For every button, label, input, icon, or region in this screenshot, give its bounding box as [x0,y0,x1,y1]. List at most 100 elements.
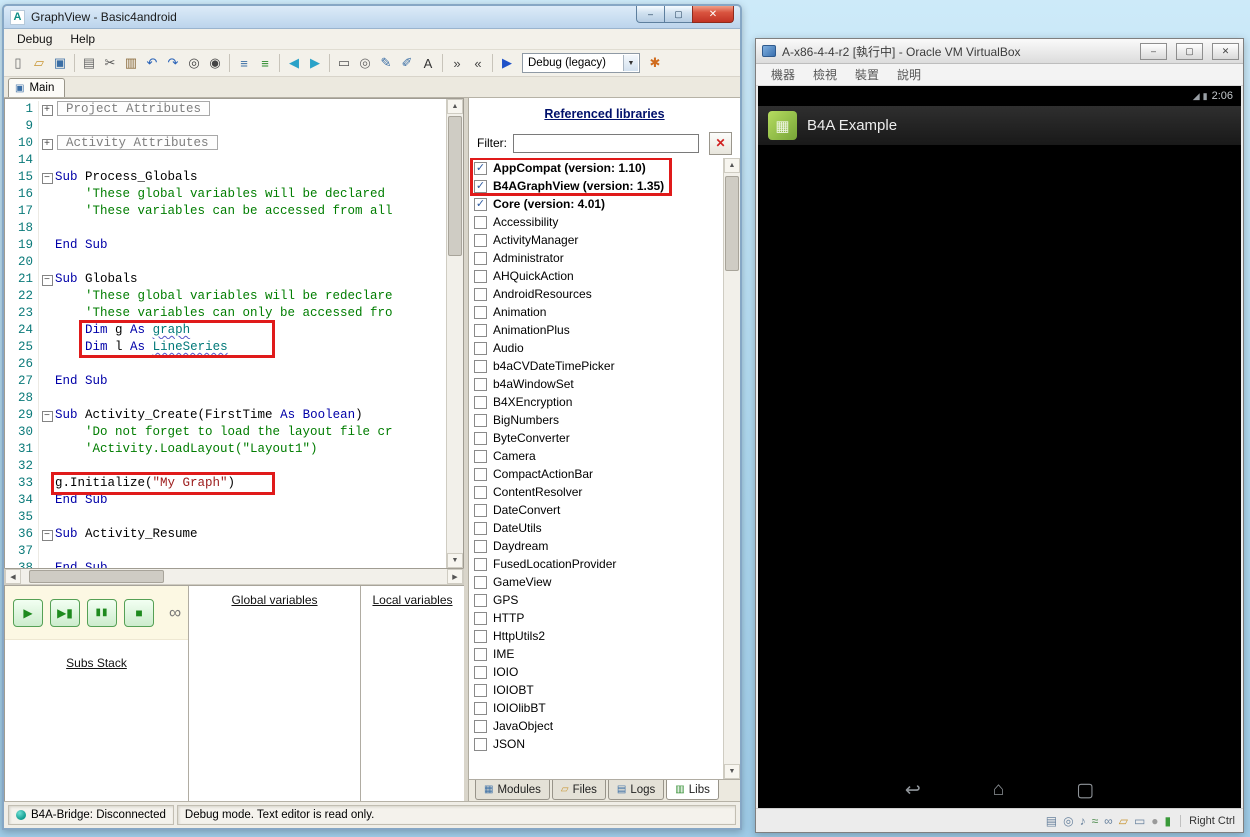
find-icon[interactable]: ◎ [184,53,204,73]
library-item[interactable]: HttpUtils2 [469,627,723,645]
copy-icon[interactable]: ▤ [79,53,99,73]
code-line[interactable]: 32 [5,458,446,475]
collapse-region-icon[interactable]: − [41,530,53,541]
library-item[interactable]: Audio [469,339,723,357]
sort-members-icon[interactable]: ≡ [255,53,275,73]
checkbox-icon[interactable] [474,629,487,643]
libraries-scrollbar[interactable]: ▲ ▼ [723,158,740,779]
scroll-up-icon[interactable]: ▲ [724,158,740,173]
save-icon[interactable]: ▣ [50,53,70,73]
tab-libs[interactable]: ▥ Libs [666,780,719,800]
minimize-button[interactable]: – [636,6,665,23]
checkbox-icon[interactable] [474,341,487,355]
close-button[interactable]: ✕ [692,6,734,23]
home-icon[interactable]: ⌂ [993,779,1004,801]
code-line[interactable]: 10 + Activity Attributes [5,135,446,152]
checkbox-icon[interactable] [474,449,487,463]
code-line[interactable]: 33 g.Initialize("My Graph") [5,475,446,492]
tab-modules[interactable]: ▦ Modules [475,780,550,800]
library-item[interactable]: IME [469,645,723,663]
checkbox-icon[interactable] [474,485,487,499]
editor-vertical-scrollbar[interactable]: ▲ ▼ [446,99,463,568]
outdent-icon[interactable]: « [468,53,488,73]
library-item[interactable]: Accessibility [469,213,723,231]
audio-icon[interactable]: ♪ [1080,814,1086,828]
maximize-button[interactable]: ▢ [1176,42,1203,60]
mouse-integration-icon[interactable]: ▮ [1165,814,1172,828]
menu-debug[interactable]: Debug [8,30,61,48]
library-item[interactable]: AndroidResources [469,285,723,303]
recents-icon[interactable]: ▢ [1076,779,1094,802]
checkbox-icon[interactable] [474,557,487,571]
code-line[interactable]: 38 End Sub [5,560,446,568]
checkbox-icon[interactable] [474,701,487,715]
scrollbar-thumb[interactable] [29,570,164,583]
checkbox-icon[interactable] [474,467,487,481]
pause-button[interactable]: ▮▮ [87,598,117,627]
menu-machine[interactable]: 機器 [762,64,804,85]
checkbox-icon[interactable] [474,719,487,733]
tab-files[interactable]: ▱ Files [551,780,606,800]
code-line[interactable]: 19 End Sub [5,237,446,254]
close-button[interactable]: ✕ [1212,42,1239,60]
checkbox-icon[interactable] [474,269,487,283]
minimize-button[interactable]: – [1140,42,1167,60]
chevron-down-icon[interactable]: ▼ [623,55,638,71]
optical-disk-icon[interactable]: ◎ [1063,814,1073,828]
open-folder-icon[interactable]: ▱ [29,53,49,73]
checkbox-icon[interactable] [474,521,487,535]
network-icon[interactable]: ≈ [1092,814,1099,828]
code-line[interactable]: 1 + Project Attributes [5,101,446,118]
tab-main[interactable]: ▣ Main [8,78,66,97]
checkbox-icon[interactable] [474,611,487,625]
shared-folder-icon[interactable]: ▱ [1119,814,1128,828]
global-variables-header[interactable]: Global variables [189,593,360,607]
checkbox-icon[interactable] [474,323,487,337]
code-line[interactable]: 20 [5,254,446,271]
new-file-icon[interactable]: ▯ [8,53,28,73]
code-line[interactable]: 15− Sub Process_Globals [5,169,446,186]
checkbox-icon[interactable] [474,413,487,427]
code-line[interactable]: 16 'These global variables will be decla… [5,186,446,203]
library-item[interactable]: ByteConverter [469,429,723,447]
library-item[interactable]: IOIO [469,663,723,681]
code-line[interactable]: 37 [5,543,446,560]
menu-view[interactable]: 檢視 [804,64,846,85]
scroll-up-icon[interactable]: ▲ [447,99,463,114]
code-line[interactable]: 35 [5,509,446,526]
checkbox-icon[interactable] [474,251,487,265]
code-line[interactable]: 17 'These variables can be accessed from… [5,203,446,220]
code-line[interactable]: 28 [5,390,446,407]
build-configuration-combo[interactable]: Debug (legacy) ▼ [522,53,640,73]
redo-icon[interactable]: ↷ [163,53,183,73]
library-item[interactable]: ContentResolver [469,483,723,501]
checkbox-icon[interactable]: ✓ [474,161,487,175]
paste-icon[interactable]: ▥ [121,53,141,73]
checkbox-icon[interactable] [474,593,487,607]
scrollbar-thumb[interactable] [725,176,739,271]
collapse-region-icon[interactable]: − [41,411,53,422]
stop-button[interactable]: ■ [124,598,154,627]
collapsed-region-label[interactable]: Activity Attributes [57,135,218,150]
collapse-region-icon[interactable]: − [41,275,53,286]
editor-horizontal-scrollbar[interactable]: ◀ ▶ [4,568,464,585]
library-item[interactable]: IOIOlibBT [469,699,723,717]
code-line[interactable]: 26 [5,356,446,373]
checkbox-icon[interactable] [474,665,487,679]
checkbox-icon[interactable] [474,377,487,391]
tab-logs[interactable]: ▤ Logs [607,780,665,800]
hard-disk-icon[interactable]: ▤ [1046,814,1057,828]
navigate-back-icon[interactable]: ◀ [284,53,304,73]
library-item[interactable]: Animation [469,303,723,321]
display-icon[interactable]: ▭ [1134,814,1145,828]
scroll-right-icon[interactable]: ▶ [447,569,463,584]
library-item[interactable]: Camera [469,447,723,465]
filter-input[interactable] [513,133,699,153]
uncomment-icon[interactable]: ✐ [397,53,417,73]
checkbox-icon[interactable] [474,233,487,247]
select-region-icon[interactable]: ▭ [334,53,354,73]
library-item[interactable]: GPS [469,591,723,609]
menu-help[interactable]: Help [61,30,104,48]
checkbox-icon[interactable] [474,287,487,301]
library-item[interactable]: IOIOBT [469,681,723,699]
